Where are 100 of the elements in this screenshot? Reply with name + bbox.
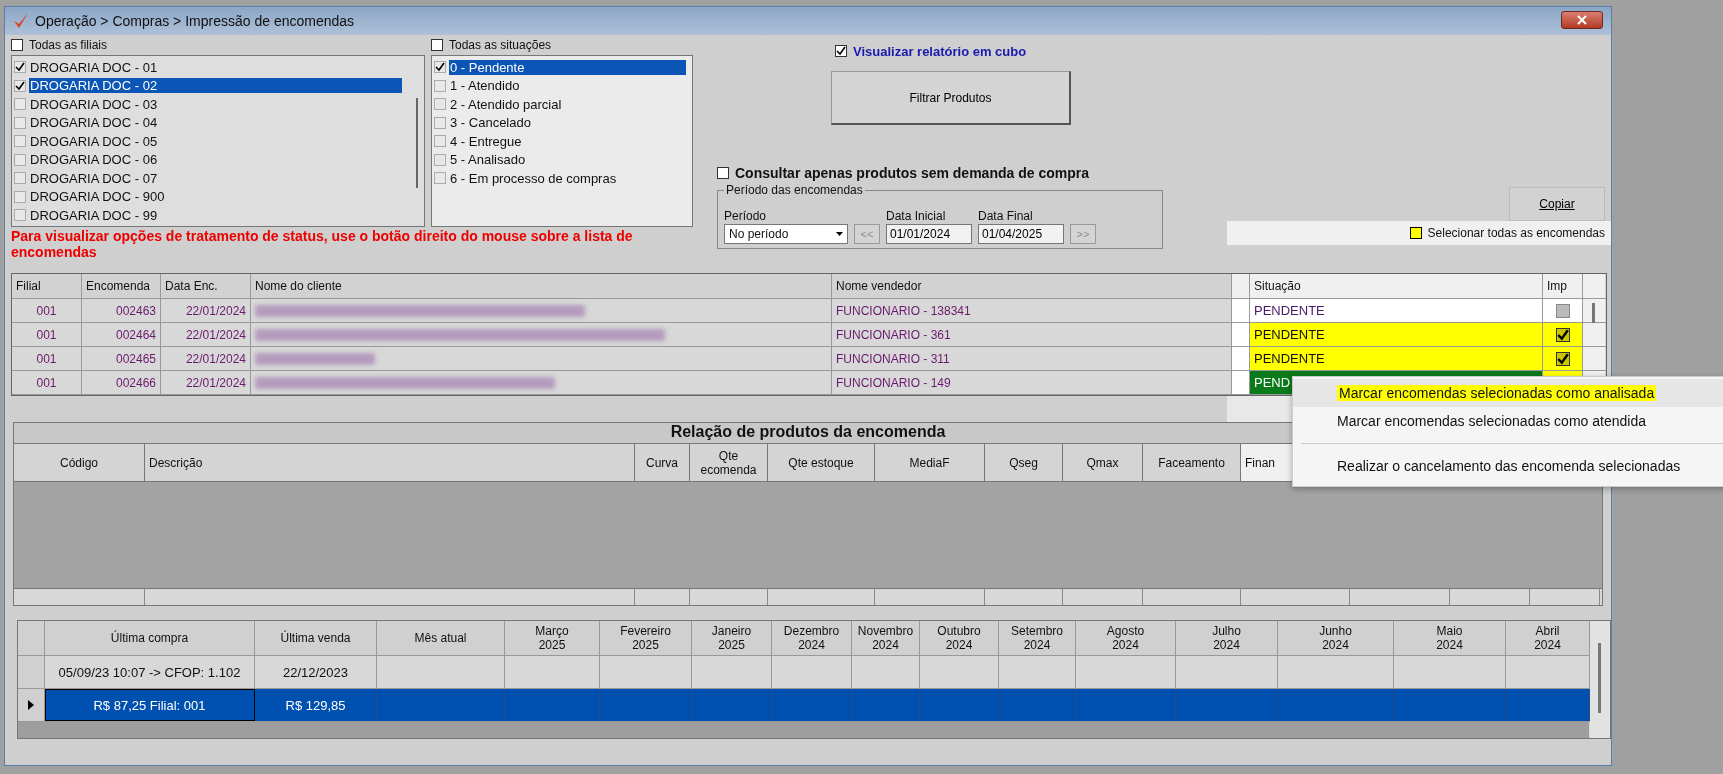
checkbox[interactable]: [14, 116, 26, 129]
copy-button[interactable]: Copiar: [1509, 187, 1605, 221]
list-item[interactable]: DROGARIA DOC - 99: [29, 207, 402, 223]
table-cell: 22/01/2024: [161, 299, 251, 322]
column-header[interactable]: Última venda: [255, 621, 377, 655]
checkbox[interactable]: [434, 79, 446, 92]
list-item[interactable]: 4 - Entregue: [449, 133, 686, 149]
column-header[interactable]: Março 2025: [505, 621, 600, 655]
list-item[interactable]: 5 - Analisado: [449, 152, 686, 168]
column-header[interactable]: Qseg: [1009, 455, 1038, 470]
table-cell: 001: [12, 371, 82, 394]
window-title: Operação > Compras > Impressão de encomendas: [35, 13, 355, 29]
column-header[interactable]: Faceamento: [1158, 455, 1225, 470]
column-header[interactable]: Encomenda: [82, 274, 161, 298]
checkbox[interactable]: [14, 153, 26, 166]
checkbox[interactable]: [835, 45, 847, 57]
column-header[interactable]: MediaF: [909, 455, 950, 470]
column-header[interactable]: Qmax: [1086, 455, 1119, 470]
table-cell: 002466: [82, 371, 161, 394]
scrollbar-thumb[interactable]: [1598, 643, 1601, 713]
checkbox[interactable]: [434, 116, 446, 129]
column-header[interactable]: [1232, 274, 1250, 298]
caret-icon: [836, 232, 843, 236]
status-cell[interactable]: PENDENTE: [1250, 299, 1543, 322]
column-header[interactable]: Mês atual: [377, 621, 505, 655]
list-item[interactable]: 3 - Cancelado: [449, 115, 686, 131]
checkbox[interactable]: [14, 79, 26, 92]
checkbox[interactable]: [14, 190, 26, 203]
column-header[interactable]: Filial: [12, 274, 82, 298]
column-header[interactable]: Curva: [646, 455, 678, 470]
checkbox[interactable]: [434, 61, 446, 74]
list-item[interactable]: DROGARIA DOC - 900: [29, 189, 402, 205]
column-header[interactable]: Outubro 2024: [920, 621, 999, 655]
checkbox[interactable]: [1409, 227, 1422, 239]
column-header[interactable]: Setembro 2024: [999, 621, 1076, 655]
checkbox[interactable]: [11, 39, 23, 51]
checkbox[interactable]: [434, 98, 446, 111]
list-item[interactable]: DROGARIA DOC - 01: [29, 59, 402, 75]
row-header[interactable]: [18, 689, 45, 721]
checkbox[interactable]: [1555, 303, 1570, 318]
checkbox[interactable]: [14, 209, 26, 222]
checkbox[interactable]: [14, 61, 26, 74]
checkbox[interactable]: [14, 135, 26, 148]
checkbox-label: Todas as situações: [449, 38, 552, 52]
column-header[interactable]: Qte ecomenda: [698, 448, 759, 477]
list-item[interactable]: DROGARIA DOC - 03: [29, 96, 402, 112]
scrollbar-track[interactable]: [1590, 621, 1610, 738]
list-item[interactable]: 2 - Atendido parcial: [449, 96, 686, 112]
list-item[interactable]: DROGARIA DOC - 02: [29, 78, 402, 94]
status-cell[interactable]: PENDENTE: [1250, 347, 1543, 370]
close-button[interactable]: [1561, 11, 1603, 29]
column-header[interactable]: Maio 2024: [1394, 621, 1506, 655]
list-item[interactable]: 1 - Atendido: [449, 78, 686, 94]
column-header[interactable]: Finan: [1245, 455, 1276, 470]
column-header[interactable]: Dezembro 2024: [772, 621, 852, 655]
menu-item[interactable]: Realizar o cancelamento das encomenda selecionadas: [1337, 458, 1681, 474]
checkbox[interactable]: [14, 98, 26, 111]
column-header[interactable]: Fevereiro 2025: [600, 621, 692, 655]
list-item[interactable]: DROGARIA DOC - 05: [29, 133, 402, 149]
column-header[interactable]: Código: [60, 455, 98, 470]
checkbox[interactable]: [434, 153, 446, 166]
list-item[interactable]: DROGARIA DOC - 04: [29, 115, 402, 131]
list-item[interactable]: 0 - Pendente: [449, 59, 686, 75]
column-header[interactable]: Agosto 2024: [1076, 621, 1176, 655]
status-cell[interactable]: PENDENTE: [1250, 323, 1543, 346]
checkbox[interactable]: [1555, 327, 1570, 342]
column-header[interactable]: Última compra: [45, 621, 255, 655]
start-date-field[interactable]: 01/01/2024: [886, 224, 972, 244]
checkbox[interactable]: [431, 39, 443, 51]
scrollbar[interactable]: [416, 98, 418, 188]
field-label: Período: [724, 209, 768, 223]
column-header[interactable]: Descrição: [149, 455, 203, 470]
checkbox[interactable]: [434, 172, 446, 185]
menu-item[interactable]: Marcar encomendas selecionadas como analisada: [1337, 385, 1657, 401]
column-header[interactable]: Janeiro 2025: [692, 621, 772, 655]
list-item[interactable]: 6 - Em processo de compras: [449, 170, 686, 186]
column-header[interactable]: Novembro 2024: [852, 621, 920, 655]
filter-button[interactable]: Filtrar Produtos: [831, 71, 1071, 125]
checkbox[interactable]: [1555, 351, 1570, 366]
scrollbar-thumb[interactable]: [1592, 303, 1595, 325]
table-cell: R$ 129,85: [255, 689, 377, 721]
column-header[interactable]: Data Enc.: [161, 274, 251, 298]
column-header[interactable]: Qte estoque: [788, 455, 854, 470]
column-header[interactable]: Imp: [1543, 274, 1583, 298]
column-header[interactable]: Nome do cliente: [251, 274, 832, 298]
list-item[interactable]: DROGARIA DOC - 06: [29, 152, 402, 168]
table-cell: 22/01/2024: [161, 371, 251, 394]
checkbox[interactable]: [434, 135, 446, 148]
checkbox-label: Todas as filiais: [29, 38, 108, 52]
column-header[interactable]: Junho 2024: [1278, 621, 1394, 655]
period-dropdown[interactable]: No período: [724, 224, 848, 244]
end-date-field[interactable]: 01/04/2025: [978, 224, 1064, 244]
checkbox[interactable]: [717, 167, 729, 179]
list-item[interactable]: DROGARIA DOC - 07: [29, 170, 402, 186]
table-cell: R$ 87,25 Filial: 001: [45, 689, 255, 721]
column-header[interactable]: Julho 2024: [1176, 621, 1278, 655]
checkbox[interactable]: [14, 172, 26, 185]
table-cell: 001: [12, 323, 82, 346]
close-icon: [1577, 15, 1587, 25]
column-header[interactable]: Situação: [1250, 274, 1543, 298]
